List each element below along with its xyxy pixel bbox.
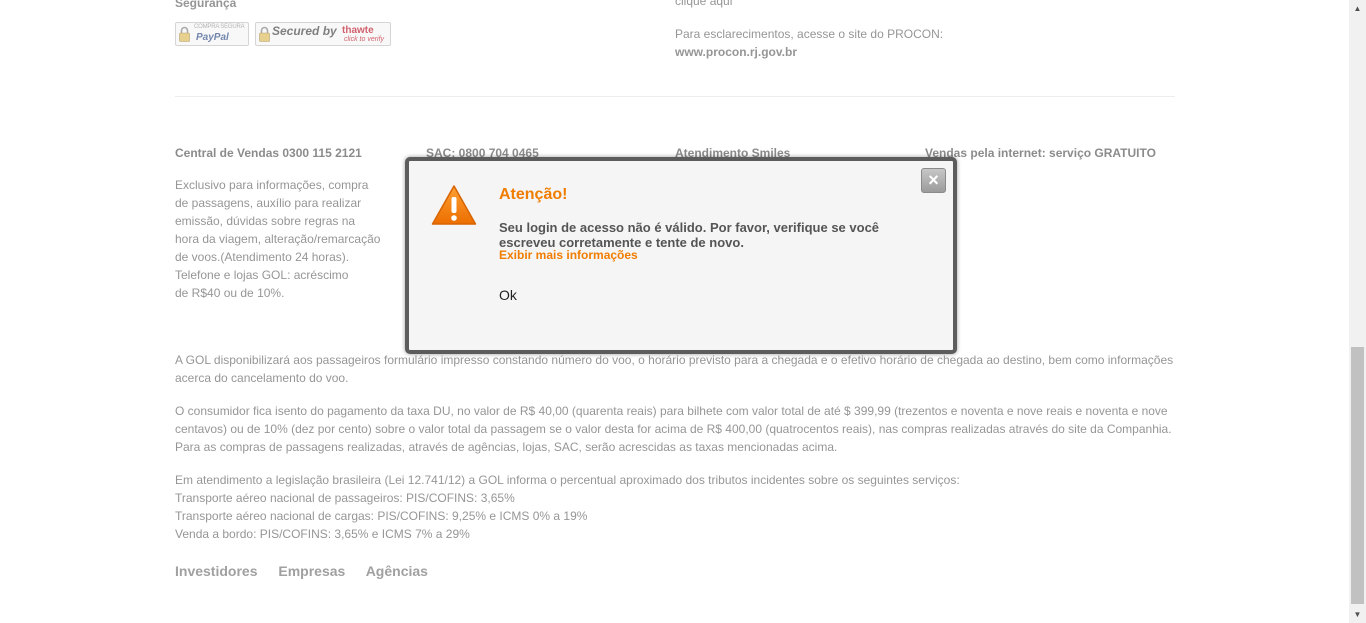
page-background: Segurança COMPRA SEGURA PayPal Secured b… xyxy=(0,0,1349,623)
scroll-down-arrow-icon[interactable]: ▼ xyxy=(1349,606,1366,623)
ok-button[interactable]: Ok xyxy=(499,287,517,303)
show-more-info-link[interactable]: Exibir mais informações xyxy=(499,248,638,262)
vertical-scrollbar[interactable]: ▲ ▼ xyxy=(1349,0,1366,623)
close-button[interactable]: × xyxy=(921,168,946,193)
close-icon: × xyxy=(928,170,939,190)
scrollbar-thumb[interactable] xyxy=(1351,347,1364,604)
scroll-up-arrow-icon[interactable]: ▲ xyxy=(1349,0,1366,17)
dialog-message: Seu login de acesso não é válido. Por fa… xyxy=(499,220,880,250)
warning-triangle-icon xyxy=(431,185,477,225)
dialog-title: Atenção! xyxy=(499,186,568,203)
alert-dialog: × Atenção! Seu login de acesso não é vál… xyxy=(405,157,957,354)
